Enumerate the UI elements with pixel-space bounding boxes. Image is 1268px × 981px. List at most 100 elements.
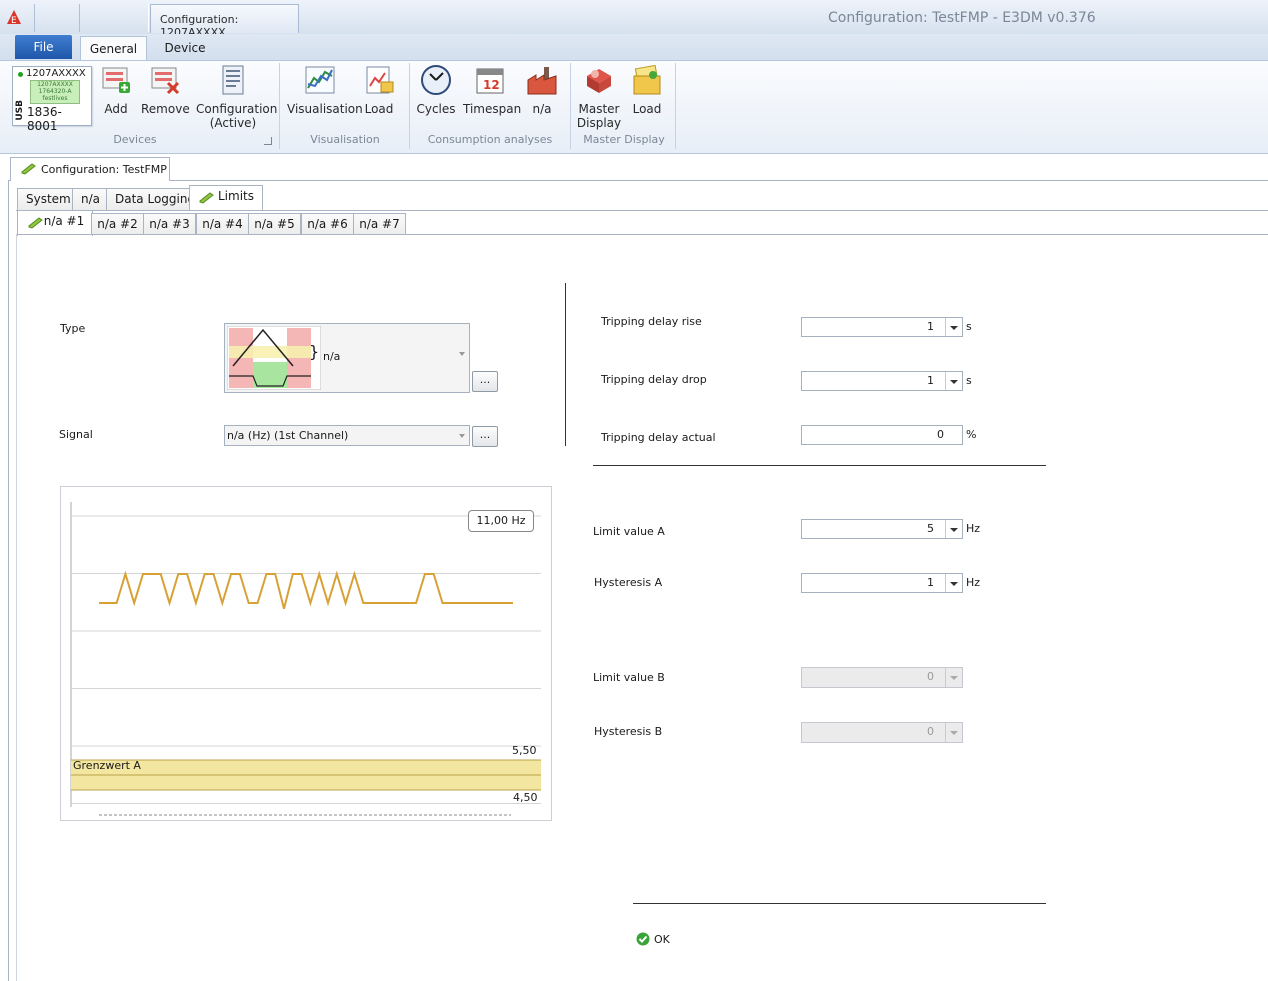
tab-limit-1[interactable]: n/a #1 xyxy=(17,210,93,236)
band-label: Grenzwert A xyxy=(73,759,141,772)
tab-device[interactable]: Device xyxy=(155,36,215,60)
section-separator xyxy=(593,465,1046,466)
signal-series-line xyxy=(99,570,513,610)
type-browse-button[interactable]: ... xyxy=(472,371,498,392)
tripping-actual-unit: % xyxy=(966,428,977,441)
tab-limit-6[interactable]: n/a #6 xyxy=(301,213,354,235)
limit-b-input: 0 xyxy=(801,667,963,688)
consumption-na-button[interactable]: n/a xyxy=(524,64,560,116)
chevron-down-icon[interactable] xyxy=(945,574,962,592)
tab-configuration-testfmp[interactable]: Configuration: TestFMP xyxy=(10,157,170,181)
pencil-icon xyxy=(28,217,43,229)
load-folder-icon xyxy=(633,64,661,95)
device-lcd-display: 1207AXXXX 1764320-A festlives xyxy=(30,80,80,104)
file-menu-tab[interactable]: File xyxy=(15,35,72,59)
limit-a-unit: Hz xyxy=(966,522,981,535)
app-logo-icon: E xyxy=(7,10,21,25)
tab-limit-5[interactable]: n/a #5 xyxy=(248,213,301,235)
type-select[interactable]: } n/a xyxy=(224,323,470,393)
chevron-down-icon[interactable] xyxy=(945,520,962,538)
group-divider xyxy=(675,63,676,149)
master-display-icon xyxy=(587,69,611,93)
group-divider xyxy=(409,63,410,149)
hysteresis-a-value: 1 xyxy=(927,576,934,589)
cycles-button[interactable]: Cycles xyxy=(415,64,457,116)
check-ok-icon xyxy=(636,932,650,946)
tripping-actual-input[interactable]: 0 xyxy=(801,425,963,445)
chevron-down-icon xyxy=(945,668,962,687)
tab-limit-3[interactable]: n/a #3 xyxy=(143,213,196,235)
svg-text:E: E xyxy=(11,16,17,25)
tab-limit-2[interactable]: n/a #2 xyxy=(91,213,144,235)
configuration-label: Configuration xyxy=(196,102,278,116)
band-lower-label: 4,50 xyxy=(513,791,538,804)
configuration-sublabel: (Active) xyxy=(209,116,257,130)
device-document-tab[interactable]: Configuration: 1207AXXXX xyxy=(150,4,299,39)
tab-limit-1-label: n/a #1 xyxy=(43,214,85,228)
tab-na[interactable]: n/a xyxy=(72,188,110,210)
master-display-button[interactable]: Master Display xyxy=(576,64,622,130)
status-ok-label: OK xyxy=(654,933,670,946)
add-device-button[interactable]: Add xyxy=(98,64,134,116)
document-tab-strip-line xyxy=(8,180,1268,181)
section-tab-line xyxy=(16,210,1268,211)
tab-system[interactable]: System xyxy=(17,188,80,210)
tab-limits-label: Limits xyxy=(218,189,254,203)
tab-general[interactable]: General xyxy=(80,36,147,61)
tab-configuration-label: Configuration: TestFMP xyxy=(41,163,167,176)
type-label: Type xyxy=(60,322,86,335)
brace-icon: } xyxy=(309,342,320,361)
limit-b-label: Limit value B xyxy=(593,671,665,684)
load-chart-icon xyxy=(366,66,394,94)
chevron-down-icon xyxy=(945,723,962,742)
remove-device-label: Remove xyxy=(141,102,190,116)
load-visualisation-label: Load xyxy=(364,102,394,116)
signal-label: Signal xyxy=(59,428,93,441)
tripping-drop-input[interactable]: 1 xyxy=(801,371,963,391)
tripping-drop-label: Tripping delay drop xyxy=(601,373,707,386)
load-master-display-button[interactable]: Load xyxy=(630,64,664,116)
signal-browse-button[interactable]: ... xyxy=(472,426,498,447)
calendar-icon: 12 xyxy=(476,68,504,94)
tripping-rise-input[interactable]: 1 xyxy=(801,317,963,337)
tripping-rise-label: Tripping delay rise xyxy=(601,315,702,328)
tripping-actual-label: Tripping delay actual xyxy=(601,431,716,444)
signal-select[interactable]: n/a (Hz) (1st Channel) xyxy=(224,425,470,446)
tab-limit-7[interactable]: n/a #7 xyxy=(353,213,406,235)
device-serial: 1836-8001 xyxy=(27,105,62,133)
load-master-display-label: Load xyxy=(632,102,662,116)
limit-b-value: 0 xyxy=(927,670,934,683)
remove-device-button[interactable]: Remove xyxy=(141,64,190,116)
limit-tab-line xyxy=(16,234,1268,235)
quick-access-slot[interactable] xyxy=(79,4,149,32)
hysteresis-a-label: Hysteresis A xyxy=(594,576,663,589)
load-visualisation-button[interactable]: Load xyxy=(362,64,396,116)
tab-limit-4[interactable]: n/a #4 xyxy=(196,213,249,235)
visualisation-label: Visualisation xyxy=(287,102,363,116)
chevron-down-icon[interactable] xyxy=(945,318,962,336)
tab-limits[interactable]: Limits xyxy=(189,185,263,211)
limit-a-value: 5 xyxy=(927,522,934,535)
current-value-badge: 11,00 Hz xyxy=(468,510,534,532)
limit-a-label: Limit value A xyxy=(593,525,665,538)
window-title: Configuration: TestFMP - E3DM v0.376 xyxy=(828,10,1096,26)
dialog-launcher-icon[interactable] xyxy=(264,137,272,145)
quick-access-slot[interactable] xyxy=(34,4,80,32)
timespan-button[interactable]: 12 Timespan xyxy=(463,64,521,116)
tripping-drop-value: 1 xyxy=(927,374,934,387)
master-display-label: Master xyxy=(578,102,620,116)
hysteresis-a-input[interactable]: 1 xyxy=(801,573,963,593)
usb-device-tile[interactable]: 1207AXXXX 1207AXXXX 1764320-A festlives … xyxy=(12,66,92,133)
group-label-devices: Devices xyxy=(113,133,157,146)
pencil-icon xyxy=(199,192,214,204)
add-device-label: Add xyxy=(104,102,128,116)
configuration-icon xyxy=(222,65,244,95)
group-divider xyxy=(279,63,280,149)
limit-type-diagram-icon xyxy=(227,326,321,390)
visualisation-button[interactable]: Visualisation xyxy=(287,64,363,116)
chevron-down-icon[interactable] xyxy=(945,372,962,390)
chevron-down-icon xyxy=(459,434,465,438)
limit-a-input[interactable]: 5 xyxy=(801,519,963,539)
configuration-button[interactable]: Configuration (Active) xyxy=(196,64,278,130)
content-border xyxy=(16,234,17,981)
